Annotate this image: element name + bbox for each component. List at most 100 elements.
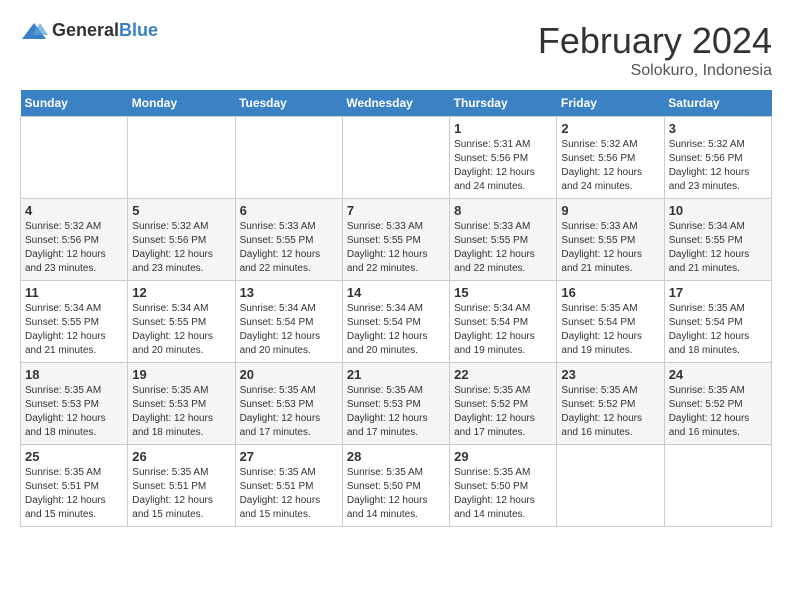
day-number: 10 [669,203,767,218]
logo-general: General [52,20,119,40]
weekday-header-saturday: Saturday [664,90,771,117]
calendar-body: 1 Sunrise: 5:31 AM Sunset: 5:56 PM Daylig… [21,117,772,527]
day-number: 8 [454,203,552,218]
day-number: 20 [240,367,338,382]
calendar-cell: 13 Sunrise: 5:34 AM Sunset: 5:54 PM Dayli… [235,281,342,363]
day-number: 13 [240,285,338,300]
location-subtitle: Solokuro, Indonesia [538,62,772,80]
day-detail: Sunrise: 5:32 AM Sunset: 5:56 PM Dayligh… [132,220,230,276]
day-detail: Sunrise: 5:33 AM Sunset: 5:55 PM Dayligh… [347,220,445,276]
day-detail: Sunrise: 5:35 AM Sunset: 5:54 PM Dayligh… [561,302,659,358]
logo: GeneralBlue [20,20,158,41]
calendar-cell: 3 Sunrise: 5:32 AM Sunset: 5:56 PM Daylig… [664,117,771,199]
title-area: February 2024 Solokuro, Indonesia [538,20,772,80]
day-detail: Sunrise: 5:35 AM Sunset: 5:50 PM Dayligh… [454,466,552,522]
calendar-cell: 19Sunrise: 5:35 AM Sunset: 5:53 PM Dayli… [128,363,235,445]
day-number: 29 [454,449,552,464]
calendar-cell: 6Sunrise: 5:33 AM Sunset: 5:55 PM Daylig… [235,199,342,281]
calendar-cell [21,117,128,199]
day-number: 6 [240,203,338,218]
weekday-header-monday: Monday [128,90,235,117]
day-number: 28 [347,449,445,464]
day-number: 19 [132,367,230,382]
calendar-cell [342,117,449,199]
day-number: 17 [669,285,767,300]
day-detail: Sunrise: 5:34 AM Sunset: 5:54 PM Dayligh… [240,302,338,358]
day-number: 3 [669,121,767,136]
calendar-cell: 26 Sunrise: 5:35 AM Sunset: 5:51 PM Dayli… [128,445,235,527]
day-detail: Sunrise: 5:34 AM Sunset: 5:54 PM Dayligh… [347,302,445,358]
weekday-header-row: SundayMondayTuesdayWednesdayThursdayFrid… [21,90,772,117]
day-detail: Sunrise: 5:32 AM Sunset: 5:56 PM Dayligh… [669,138,767,194]
day-detail: Sunrise: 5:35 AM Sunset: 5:51 PM Dayligh… [25,466,123,522]
calendar-cell: 11Sunrise: 5:34 AM Sunset: 5:55 PM Dayli… [21,281,128,363]
calendar-cell: 2 Sunrise: 5:32 AM Sunset: 5:56 PM Daylig… [557,117,664,199]
day-number: 27 [240,449,338,464]
day-detail: Sunrise: 5:33 AM Sunset: 5:55 PM Dayligh… [561,220,659,276]
calendar-week-row: 4 Sunrise: 5:32 AM Sunset: 5:56 PM Daylig… [21,199,772,281]
logo-blue: Blue [119,20,158,40]
day-number: 22 [454,367,552,382]
calendar-cell: 10 Sunrise: 5:34 AM Sunset: 5:55 PM Dayli… [664,199,771,281]
logo-text: GeneralBlue [52,20,158,41]
day-detail: Sunrise: 5:35 AM Sunset: 5:50 PM Dayligh… [347,466,445,522]
day-number: 1 [454,121,552,136]
day-detail: Sunrise: 5:35 AM Sunset: 5:54 PM Dayligh… [669,302,767,358]
day-detail: Sunrise: 5:35 AM Sunset: 5:52 PM Dayligh… [454,384,552,440]
day-number: 23 [561,367,659,382]
calendar-cell: 21Sunrise: 5:35 AM Sunset: 5:53 PM Dayli… [342,363,449,445]
month-year-title: February 2024 [538,20,772,62]
weekday-header-tuesday: Tuesday [235,90,342,117]
calendar-cell: 24 Sunrise: 5:35 AM Sunset: 5:52 PM Dayli… [664,363,771,445]
calendar-cell [128,117,235,199]
day-detail: Sunrise: 5:35 AM Sunset: 5:53 PM Dayligh… [25,384,123,440]
day-detail: Sunrise: 5:33 AM Sunset: 5:55 PM Dayligh… [454,220,552,276]
calendar-cell: 29 Sunrise: 5:35 AM Sunset: 5:50 PM Dayli… [450,445,557,527]
logo-icon [20,21,48,41]
day-detail: Sunrise: 5:35 AM Sunset: 5:53 PM Dayligh… [240,384,338,440]
weekday-header-sunday: Sunday [21,90,128,117]
day-detail: Sunrise: 5:35 AM Sunset: 5:52 PM Dayligh… [669,384,767,440]
day-detail: Sunrise: 5:34 AM Sunset: 5:55 PM Dayligh… [132,302,230,358]
calendar-week-row: 1 Sunrise: 5:31 AM Sunset: 5:56 PM Daylig… [21,117,772,199]
day-detail: Sunrise: 5:34 AM Sunset: 5:55 PM Dayligh… [669,220,767,276]
calendar-cell: 15 Sunrise: 5:34 AM Sunset: 5:54 PM Dayli… [450,281,557,363]
day-detail: Sunrise: 5:34 AM Sunset: 5:54 PM Dayligh… [454,302,552,358]
calendar-cell: 8 Sunrise: 5:33 AM Sunset: 5:55 PM Daylig… [450,199,557,281]
day-number: 24 [669,367,767,382]
calendar-cell: 25Sunrise: 5:35 AM Sunset: 5:51 PM Dayli… [21,445,128,527]
calendar-week-row: 11Sunrise: 5:34 AM Sunset: 5:55 PM Dayli… [21,281,772,363]
day-detail: Sunrise: 5:32 AM Sunset: 5:56 PM Dayligh… [561,138,659,194]
day-number: 2 [561,121,659,136]
day-number: 4 [25,203,123,218]
calendar-cell [235,117,342,199]
weekday-header-friday: Friday [557,90,664,117]
day-detail: Sunrise: 5:35 AM Sunset: 5:51 PM Dayligh… [132,466,230,522]
calendar-cell: 4 Sunrise: 5:32 AM Sunset: 5:56 PM Daylig… [21,199,128,281]
day-number: 12 [132,285,230,300]
day-number: 5 [132,203,230,218]
weekday-header-wednesday: Wednesday [342,90,449,117]
day-detail: Sunrise: 5:31 AM Sunset: 5:56 PM Dayligh… [454,138,552,194]
calendar-cell: 14Sunrise: 5:34 AM Sunset: 5:54 PM Dayli… [342,281,449,363]
day-detail: Sunrise: 5:35 AM Sunset: 5:52 PM Dayligh… [561,384,659,440]
day-detail: Sunrise: 5:32 AM Sunset: 5:56 PM Dayligh… [25,220,123,276]
day-detail: Sunrise: 5:34 AM Sunset: 5:55 PM Dayligh… [25,302,123,358]
day-number: 21 [347,367,445,382]
calendar-cell: 27Sunrise: 5:35 AM Sunset: 5:51 PM Dayli… [235,445,342,527]
day-number: 7 [347,203,445,218]
calendar-table: SundayMondayTuesdayWednesdayThursdayFrid… [20,90,772,527]
day-number: 15 [454,285,552,300]
calendar-cell: 23 Sunrise: 5:35 AM Sunset: 5:52 PM Dayli… [557,363,664,445]
day-number: 18 [25,367,123,382]
calendar-cell: 17 Sunrise: 5:35 AM Sunset: 5:54 PM Dayli… [664,281,771,363]
day-number: 26 [132,449,230,464]
calendar-cell: 1 Sunrise: 5:31 AM Sunset: 5:56 PM Daylig… [450,117,557,199]
calendar-week-row: 25Sunrise: 5:35 AM Sunset: 5:51 PM Dayli… [21,445,772,527]
calendar-cell [557,445,664,527]
calendar-cell: 5 Sunrise: 5:32 AM Sunset: 5:56 PM Daylig… [128,199,235,281]
calendar-cell: 18 Sunrise: 5:35 AM Sunset: 5:53 PM Dayli… [21,363,128,445]
calendar-header: SundayMondayTuesdayWednesdayThursdayFrid… [21,90,772,117]
day-number: 9 [561,203,659,218]
calendar-cell: 20 Sunrise: 5:35 AM Sunset: 5:53 PM Dayli… [235,363,342,445]
